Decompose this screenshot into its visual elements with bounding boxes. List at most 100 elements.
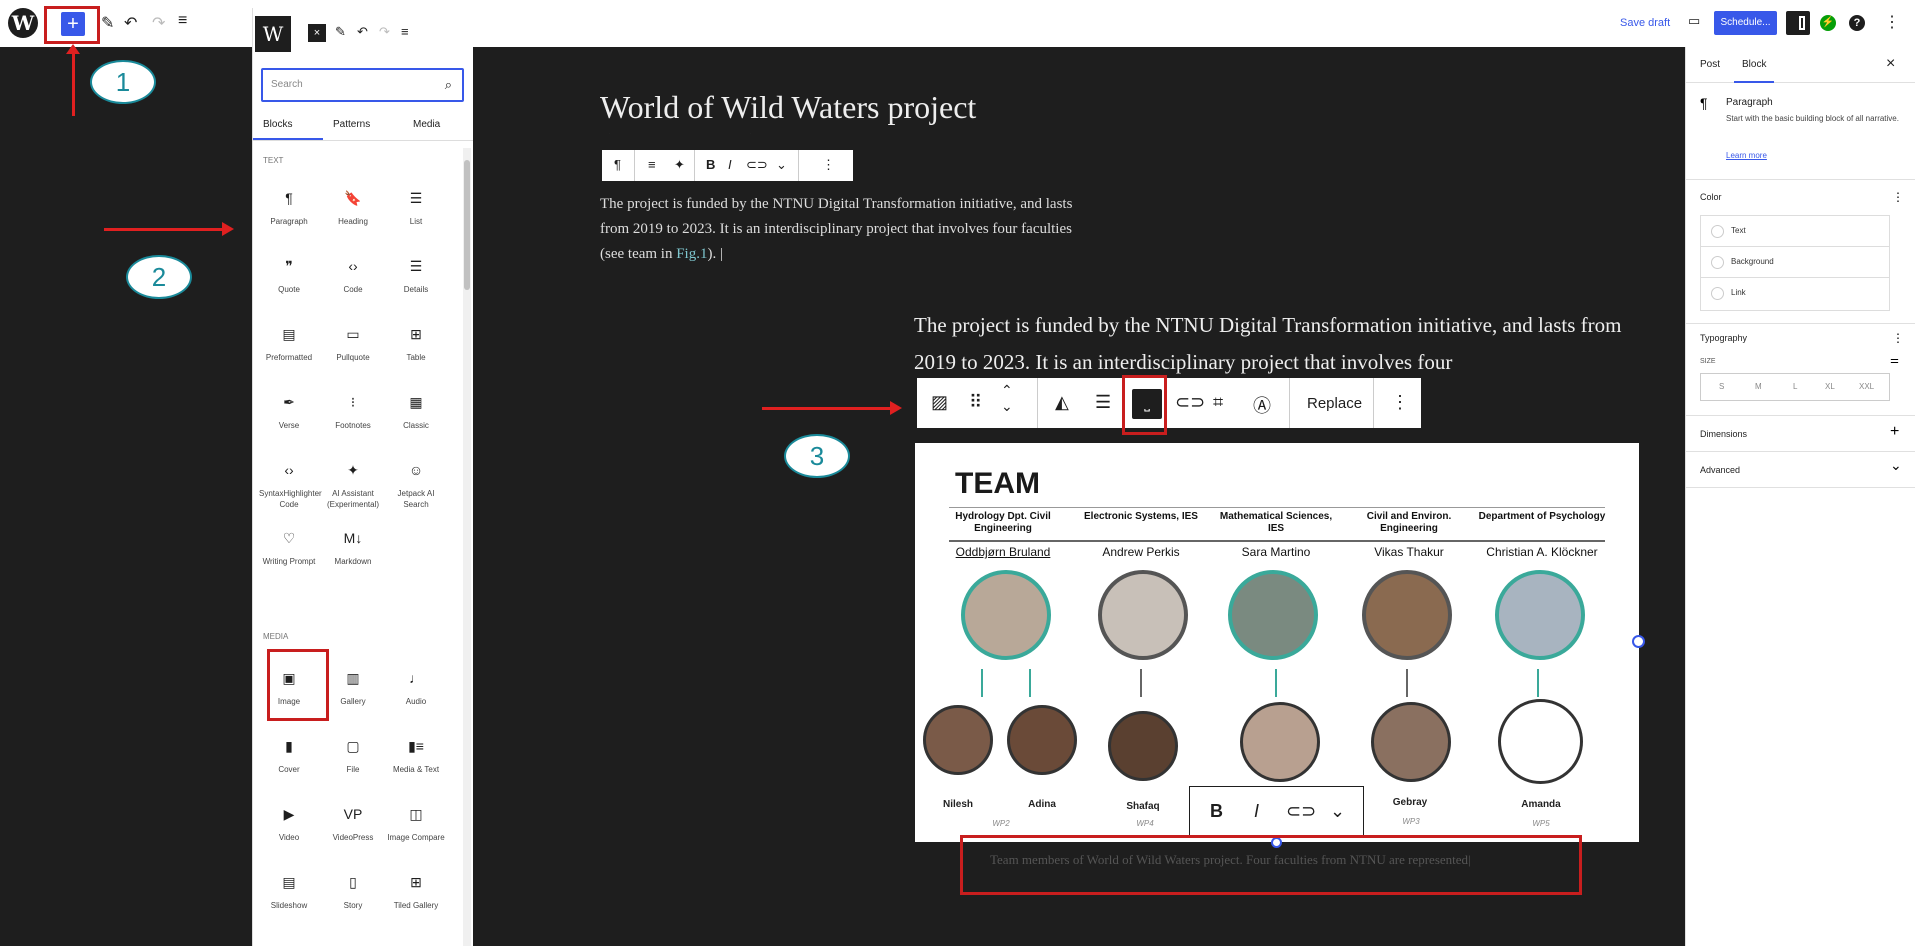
size-option[interactable]: L — [1793, 382, 1797, 391]
image-icon[interactable]: ▨ — [931, 392, 948, 413]
crop-icon[interactable]: ⌗ — [1213, 392, 1223, 413]
block-item[interactable]: ▥ Gallery — [323, 668, 383, 707]
color-background-row[interactable]: Background — [1701, 247, 1889, 278]
list-view-icon[interactable]: ≡ — [401, 24, 409, 39]
jetpack-icon[interactable]: ⚡ — [1820, 15, 1836, 31]
italic-icon[interactable]: I — [728, 157, 732, 172]
color-text-row[interactable]: Text — [1701, 216, 1889, 247]
block-item[interactable]: ▮≡ Media & Text — [386, 736, 446, 775]
block-item[interactable]: ▤ Slideshow — [259, 872, 319, 911]
undo-icon[interactable]: ↶ — [357, 24, 368, 40]
block-item[interactable]: ¶ Paragraph — [259, 188, 319, 227]
bold-icon[interactable]: B — [1210, 801, 1223, 822]
block-item[interactable]: ▦ Classic — [386, 392, 446, 431]
more-options-icon[interactable]: ⋮ — [1892, 190, 1904, 204]
block-item[interactable]: ✒ Verse — [259, 392, 319, 431]
align-icon[interactable]: ☰ — [1095, 392, 1111, 413]
more-options-icon[interactable]: ⋮ — [1892, 331, 1904, 345]
advanced-section-label[interactable]: Advanced — [1700, 465, 1740, 475]
block-item[interactable]: ⁝ Footnotes — [323, 392, 383, 431]
block-item[interactable]: ◫ Image Compare — [386, 804, 446, 843]
bold-icon[interactable]: B — [706, 157, 715, 172]
link-icon[interactable]: ⊂⊃ — [1286, 801, 1316, 822]
custom-size-icon[interactable]: ⚌ — [1890, 355, 1899, 366]
size-option[interactable]: XXL — [1859, 382, 1874, 391]
team-image[interactable]: TEAM Hydrology Dpt. Civil Engineering El… — [915, 443, 1639, 842]
redo-icon[interactable]: ↷ — [152, 13, 165, 33]
paragraph-block-small[interactable]: The project is funded by the NTNU Digita… — [600, 192, 1080, 267]
pencil-icon[interactable]: ✎ — [335, 24, 346, 40]
figure-link[interactable]: Fig.1 — [676, 246, 707, 262]
redo-icon[interactable]: ↷ — [379, 24, 390, 40]
close-inserter-button[interactable]: × — [308, 24, 326, 42]
more-options-icon[interactable]: ⋮ — [1391, 392, 1409, 413]
preview-icon[interactable]: ▭ — [1688, 13, 1700, 29]
undo-icon[interactable]: ↶ — [124, 13, 137, 33]
block-item[interactable]: ✦ AI Assistant (Experimental) — [323, 460, 383, 510]
move-up-down-icon[interactable]: ⌃ ⌄ — [1001, 382, 1013, 414]
schedule-button[interactable]: Schedule... — [1714, 11, 1777, 35]
link-icon[interactable]: ⊂⊃ — [746, 157, 768, 173]
list-view-icon[interactable]: ≡ — [178, 12, 187, 30]
more-options-icon[interactable]: ⋮ — [1884, 12, 1900, 32]
chevron-down-icon[interactable]: ⌄ — [1330, 801, 1345, 822]
block-item[interactable]: ▤ Preformatted — [259, 324, 319, 363]
block-item[interactable]: M↓ Markdown — [323, 528, 383, 567]
wordpress-logo-icon[interactable]: W — [255, 16, 291, 52]
help-icon[interactable]: ? — [1849, 15, 1865, 31]
block-item[interactable]: ⊞ Table — [386, 324, 446, 363]
block-item[interactable]: ‹› Code — [323, 256, 383, 295]
post-title[interactable]: World of Wild Waters project (2019-2023) — [600, 88, 1020, 134]
block-item[interactable]: ☰ List — [386, 188, 446, 227]
size-option[interactable]: XL — [1825, 382, 1835, 391]
paragraph-block-large[interactable]: The project is funded by the NTNU Digita… — [914, 307, 1634, 381]
settings-panel-toggle-icon[interactable] — [1786, 11, 1810, 35]
resize-handle[interactable] — [1632, 635, 1645, 648]
tab-media[interactable]: Media — [413, 119, 440, 130]
tab-post[interactable]: Post — [1700, 59, 1720, 70]
plus-icon[interactable]: + — [1890, 423, 1899, 441]
annotation-arrowhead-2 — [222, 222, 234, 236]
block-item[interactable]: ▢ File — [323, 736, 383, 775]
save-draft-button[interactable]: Save draft — [1620, 17, 1670, 29]
block-item[interactable]: ⊞ Tiled Gallery — [386, 872, 446, 911]
paragraph-icon[interactable]: ¶ — [614, 157, 621, 172]
more-options-icon[interactable]: ⋮ — [822, 157, 835, 173]
chevron-down-icon[interactable]: ⌄ — [1890, 457, 1902, 474]
block-item[interactable]: 🔖 Heading — [323, 188, 383, 227]
block-item[interactable]: ‹› SyntaxHighlighter Code — [259, 460, 322, 510]
size-option[interactable]: M — [1755, 382, 1762, 391]
chevron-down-icon[interactable]: ⌄ — [776, 157, 787, 173]
size-option[interactable]: S — [1719, 382, 1724, 391]
block-item[interactable]: ♩ Audio — [386, 668, 446, 707]
dimensions-section-label[interactable]: Dimensions — [1700, 429, 1747, 439]
block-item[interactable]: ☺ Jetpack AI Search — [386, 460, 446, 510]
block-item[interactable]: ❞ Quote — [259, 256, 319, 295]
learn-more-link[interactable]: Learn more — [1726, 151, 1767, 160]
pencil-icon[interactable]: ✎ — [101, 13, 114, 33]
block-item[interactable]: ▮ Cover — [259, 736, 319, 775]
align-icon[interactable]: ≡ — [648, 157, 656, 172]
duotone-icon[interactable]: ◭ — [1055, 392, 1069, 413]
block-search-input[interactable]: Search ⌕ — [261, 68, 464, 102]
block-item[interactable]: ▭ Pullquote — [323, 324, 383, 363]
drag-handle-icon[interactable]: ⠿ — [969, 392, 982, 413]
block-item[interactable]: ▶ Video — [259, 804, 319, 843]
tab-patterns[interactable]: Patterns — [333, 119, 370, 130]
ai-sparkle-icon[interactable]: ✦ — [674, 157, 685, 173]
tab-blocks[interactable]: Blocks — [263, 119, 292, 130]
block-label: Quote — [278, 285, 300, 294]
replace-button[interactable]: Replace — [1307, 395, 1362, 412]
italic-icon[interactable]: I — [1254, 801, 1259, 822]
wordpress-logo-icon[interactable]: W — [8, 8, 38, 38]
close-sidebar-button[interactable]: × — [1886, 55, 1895, 73]
link-icon[interactable]: ⊂⊃ — [1175, 392, 1205, 413]
inserter-scrollbar-thumb[interactable] — [464, 160, 470, 290]
block-item[interactable]: ☰ Details — [386, 256, 446, 295]
block-item[interactable]: VP VideoPress — [323, 804, 383, 843]
block-item[interactable]: ▯ Story — [323, 872, 383, 911]
text-overlay-icon[interactable]: Ⓐ — [1253, 392, 1271, 418]
tab-block[interactable]: Block — [1742, 59, 1766, 70]
block-item[interactable]: ♡ Writing Prompt — [259, 528, 319, 567]
color-link-row[interactable]: Link — [1701, 278, 1889, 309]
